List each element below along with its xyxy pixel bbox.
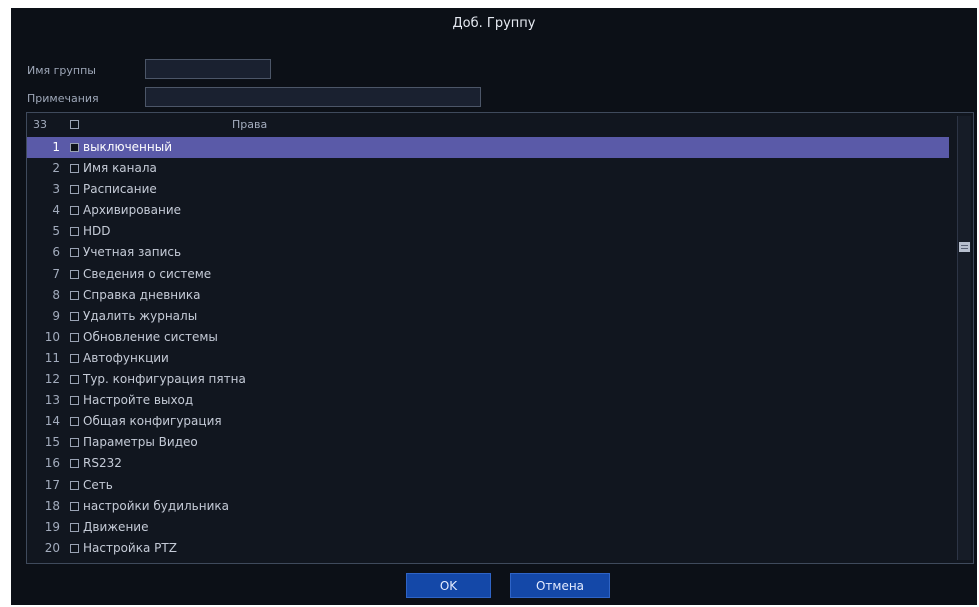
permission-row[interactable]: 3 Расписание (27, 179, 949, 200)
permission-row-number: 13 (44, 393, 60, 408)
permission-checkbox[interactable] (70, 438, 79, 448)
permission-checkbox[interactable] (70, 227, 79, 237)
permission-checkbox[interactable] (70, 269, 79, 279)
permission-row-number: 16 (44, 456, 60, 471)
group-name-input[interactable] (145, 59, 271, 79)
add-group-dialog: Доб. Группу Имя группы Примечания 33 Пра… (11, 8, 977, 605)
permission-row-number: 6 (52, 245, 60, 260)
permission-row-number: 4 (52, 203, 60, 218)
permission-checkbox[interactable] (70, 311, 79, 321)
permissions-rows: 1 выключенный 2 Имя канала 3 Расписание 4 Архив… (27, 137, 949, 559)
permission-row[interactable]: 20 Настройка PTZ (27, 538, 949, 559)
permission-checkbox[interactable] (70, 332, 79, 342)
permission-row-number: 1 (52, 140, 60, 154)
permission-checkbox[interactable] (70, 396, 79, 406)
scrollbar-thumb[interactable] (959, 242, 970, 252)
permission-checkbox[interactable] (70, 290, 79, 300)
permission-label: Сведения о системе (83, 266, 212, 281)
permission-row-number: 18 (44, 498, 60, 513)
permission-row-number: 7 (52, 266, 60, 281)
permission-checkbox[interactable] (70, 353, 79, 363)
permission-checkbox[interactable] (70, 206, 79, 216)
permission-row[interactable]: 4 Архивирование (27, 200, 949, 221)
ok-button[interactable]: OK (406, 573, 491, 598)
permission-checkbox[interactable] (70, 143, 79, 152)
permission-row-number: 3 (52, 182, 60, 197)
permission-label: Сеть (83, 477, 113, 492)
permission-checkbox[interactable] (70, 375, 79, 385)
dialog-title: Доб. Группу (452, 16, 536, 31)
permission-row-number: 10 (44, 329, 60, 344)
permission-label: Справка дневника (83, 287, 201, 302)
permission-label: Имя канала (83, 161, 157, 176)
permission-row[interactable]: 1 выключенный (27, 137, 949, 159)
permission-row[interactable]: 7 Сведения о системе (27, 264, 949, 285)
permissions-column-header: Права (232, 118, 268, 131)
permission-checkbox[interactable] (70, 501, 79, 511)
permission-checkbox[interactable] (70, 480, 79, 490)
permission-row[interactable]: 8 Справка дневника (27, 285, 949, 306)
permission-row[interactable]: 10 Обновление системы (27, 327, 949, 348)
permission-row[interactable]: 5 HDD (27, 221, 949, 242)
permission-label: Учетная запись (83, 245, 182, 260)
permission-row[interactable]: 2 Имя канала (27, 158, 949, 179)
permissions-count: 33 (33, 118, 47, 131)
cancel-button[interactable]: Отмена (510, 573, 610, 598)
permission-row[interactable]: 16 RS232 (27, 453, 949, 474)
permissions-scrollbar[interactable] (957, 116, 971, 560)
permission-label: Обновление системы (83, 329, 218, 344)
select-all-checkbox[interactable] (70, 120, 79, 129)
permission-label: выключенный (83, 140, 173, 154)
permission-row-number: 5 (52, 224, 60, 239)
permission-label: Тур. конфигурация пятна (83, 372, 246, 387)
permission-row[interactable]: 17 Сеть (27, 475, 949, 496)
permission-row-number: 2 (52, 161, 60, 176)
permission-row[interactable]: 13 Настройте выход (27, 390, 949, 411)
permission-row-number: 9 (52, 308, 60, 323)
permission-row-number: 20 (44, 540, 60, 555)
permission-label: Удалить журналы (83, 308, 198, 323)
permission-checkbox[interactable] (70, 417, 79, 427)
permission-row[interactable]: 14 Общая конфигурация (27, 411, 949, 432)
permission-row-number: 8 (52, 287, 60, 302)
permission-label: RS232 (83, 456, 122, 471)
permission-row-number: 14 (44, 414, 60, 429)
permission-row-number: 17 (44, 477, 60, 492)
permission-row-number: 11 (44, 350, 60, 365)
permission-checkbox[interactable] (70, 248, 79, 258)
permission-row[interactable]: 18 настройки будильника (27, 496, 949, 517)
permission-label: Автофункции (83, 350, 169, 365)
permissions-list-header: 33 Права (27, 116, 949, 134)
permission-label: Архивирование (83, 203, 182, 218)
permission-label: HDD (83, 224, 111, 239)
permission-label: Настройка PTZ (83, 540, 177, 555)
permission-label: Расписание (83, 182, 157, 197)
permission-row[interactable]: 19 Движение (27, 517, 949, 538)
permission-label: Параметры Видео (83, 435, 198, 450)
permission-row-number: 19 (44, 519, 60, 534)
permission-label: настройки будильника (83, 498, 229, 513)
permission-checkbox[interactable] (70, 164, 79, 174)
permission-row[interactable]: 9 Удалить журналы (27, 306, 949, 327)
permission-checkbox[interactable] (70, 459, 79, 469)
note-input[interactable] (145, 87, 481, 107)
permission-checkbox[interactable] (70, 185, 79, 195)
group-name-label: Имя группы (27, 64, 96, 77)
permission-row[interactable]: 12 Тур. конфигурация пятна (27, 369, 949, 390)
permission-row[interactable]: 11 Автофункции (27, 348, 949, 369)
permission-label: Общая конфигурация (83, 414, 222, 429)
permission-label: Настройте выход (83, 393, 194, 408)
permission-label: Движение (83, 519, 149, 534)
permission-row-number: 15 (44, 435, 60, 450)
permission-row[interactable]: 6 Учетная запись (27, 242, 949, 263)
permission-row-number: 12 (44, 372, 60, 387)
permission-checkbox[interactable] (70, 543, 79, 553)
permission-row[interactable]: 15 Параметры Видео (27, 432, 949, 453)
note-label: Примечания (27, 92, 99, 105)
permissions-list: 33 Права 1 выключенный 2 Имя канала 3 Расписа… (26, 112, 974, 564)
permission-checkbox[interactable] (70, 522, 79, 532)
